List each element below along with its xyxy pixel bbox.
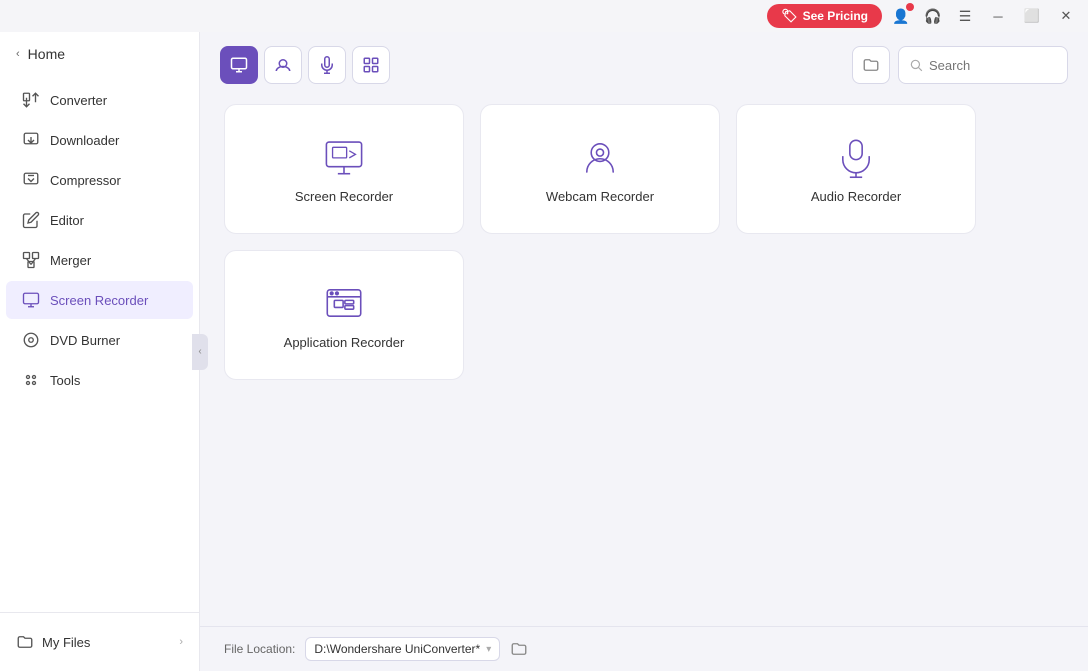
my-files-icon xyxy=(16,633,34,651)
dropdown-chevron-icon: ▾ xyxy=(486,644,491,655)
editor-label: Editor xyxy=(50,213,84,228)
headset-icon: 🎧 xyxy=(924,8,941,25)
merger-label: Merger xyxy=(50,253,91,268)
folder-button[interactable] xyxy=(852,46,890,84)
app-body: ‹ Home Converter xyxy=(0,32,1088,671)
sidebar-item-compressor[interactable]: Compressor xyxy=(6,161,193,199)
screen-recorder-icon xyxy=(22,291,40,309)
account-badge xyxy=(906,3,914,11)
file-location-path: D:\Wondershare UniConverter* xyxy=(314,642,480,656)
audio-recorder-card-label: Audio Recorder xyxy=(811,189,901,204)
card-webcam-recorder[interactable]: Webcam Recorder xyxy=(480,104,720,234)
file-location-label: File Location: xyxy=(224,642,295,656)
card-application-recorder[interactable]: Application Recorder xyxy=(224,250,464,380)
application-recorder-card-label: Application Recorder xyxy=(284,335,405,350)
sidebar-nav: Converter Downloader xyxy=(0,76,199,612)
tab-bar xyxy=(200,32,1088,84)
tab-screen[interactable] xyxy=(220,46,258,84)
minimize-button[interactable]: ─ xyxy=(984,2,1012,30)
title-bar: 🏷 See Pricing 👤 🎧 ☰ ─ ⬜ ✕ xyxy=(0,0,1088,32)
compressor-icon xyxy=(22,171,40,189)
search-box xyxy=(898,46,1068,84)
see-pricing-button[interactable]: 🏷 See Pricing xyxy=(767,4,882,28)
sidebar: ‹ Home Converter xyxy=(0,32,200,671)
cards-row-2: Application Recorder xyxy=(224,250,1064,380)
sidebar-item-my-files[interactable]: My Files › xyxy=(0,623,199,661)
sidebar-item-tools[interactable]: Tools xyxy=(6,361,193,399)
close-button[interactable]: ✕ xyxy=(1052,2,1080,30)
support-button[interactable]: 🎧 xyxy=(920,3,946,29)
downloader-label: Downloader xyxy=(50,133,119,148)
screen-recorder-card-label: Screen Recorder xyxy=(295,189,393,204)
sidebar-item-editor[interactable]: Editor xyxy=(6,201,193,239)
file-location-selector[interactable]: D:\Wondershare UniConverter* ▾ xyxy=(305,637,500,661)
webcam-recorder-card-icon xyxy=(578,135,622,179)
card-screen-recorder[interactable]: Screen Recorder xyxy=(224,104,464,234)
tools-label: Tools xyxy=(50,373,80,388)
tab-apps[interactable] xyxy=(352,46,390,84)
menu-button[interactable]: ☰ xyxy=(952,3,978,29)
see-pricing-label: See Pricing xyxy=(803,9,868,23)
sidebar-bottom: My Files › xyxy=(0,612,199,671)
audio-recorder-card-icon xyxy=(834,135,878,179)
sidebar-item-converter[interactable]: Converter xyxy=(6,81,193,119)
search-icon xyxy=(909,58,923,72)
downloader-icon xyxy=(22,131,40,149)
editor-icon xyxy=(22,211,40,229)
dvd-burner-label: DVD Burner xyxy=(50,333,120,348)
home-label: Home xyxy=(28,46,65,62)
merger-icon xyxy=(22,251,40,269)
tab-webcam[interactable] xyxy=(264,46,302,84)
converter-icon xyxy=(22,91,40,109)
webcam-recorder-card-label: Webcam Recorder xyxy=(546,189,654,204)
tools-icon xyxy=(22,371,40,389)
cards-area: Screen Recorder Webcam Recorder xyxy=(200,84,1088,626)
application-recorder-card-icon xyxy=(322,281,366,325)
tab-bar-right xyxy=(852,46,1068,84)
tab-audio[interactable] xyxy=(308,46,346,84)
converter-label: Converter xyxy=(50,93,107,108)
collapse-handle[interactable]: ‹ xyxy=(192,334,208,370)
sidebar-item-dvd-burner[interactable]: DVD Burner xyxy=(6,321,193,359)
search-input[interactable] xyxy=(929,58,1057,73)
restore-button[interactable]: ⬜ xyxy=(1018,2,1046,30)
chevron-right-icon: › xyxy=(179,636,183,648)
bottom-bar: File Location: D:\Wondershare UniConvert… xyxy=(200,626,1088,671)
menu-icon: ☰ xyxy=(959,8,972,25)
sidebar-home[interactable]: ‹ Home xyxy=(0,32,199,76)
back-chevron-icon: ‹ xyxy=(16,48,20,60)
screen-recorder-card-icon xyxy=(322,135,366,179)
dvd-burner-icon xyxy=(22,331,40,349)
open-folder-button[interactable] xyxy=(510,640,528,658)
title-bar-controls: 🏷 See Pricing 👤 🎧 ☰ ─ ⬜ ✕ xyxy=(767,2,1080,30)
main-content: Screen Recorder Webcam Recorder xyxy=(200,32,1088,671)
compressor-label: Compressor xyxy=(50,173,121,188)
sidebar-item-merger[interactable]: Merger xyxy=(6,241,193,279)
screen-recorder-label: Screen Recorder xyxy=(50,293,148,308)
account-button[interactable]: 👤 xyxy=(888,3,914,29)
sidebar-item-downloader[interactable]: Downloader xyxy=(6,121,193,159)
my-files-label: My Files xyxy=(42,635,90,650)
sidebar-item-screen-recorder[interactable]: Screen Recorder xyxy=(6,281,193,319)
cards-row-1: Screen Recorder Webcam Recorder xyxy=(224,104,1064,234)
card-audio-recorder[interactable]: Audio Recorder xyxy=(736,104,976,234)
tag-icon: 🏷 xyxy=(781,8,798,24)
